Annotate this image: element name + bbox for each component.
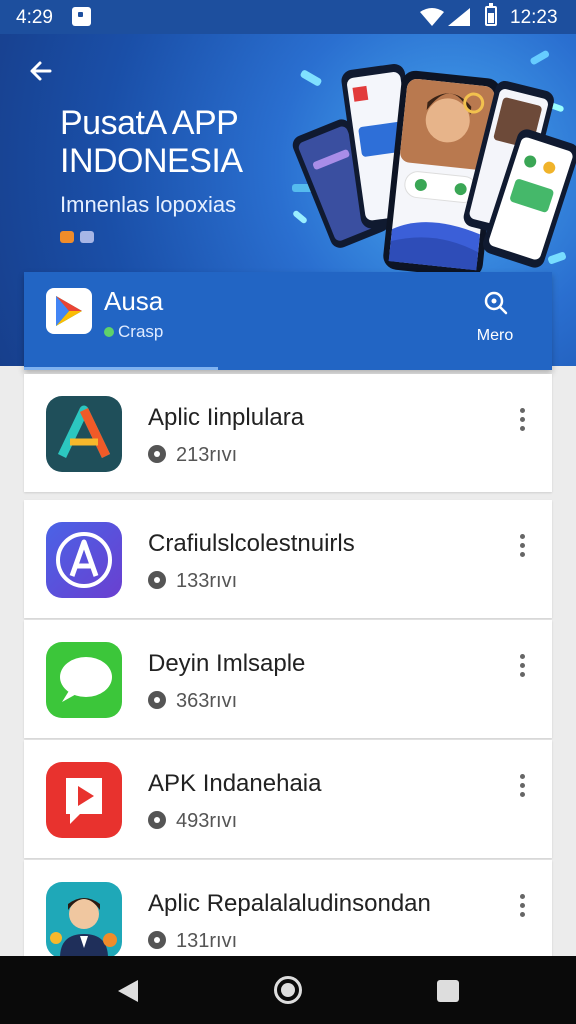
signal-icon [448,8,470,26]
app-name: APK Indanehaia [148,770,322,797]
download-icon [148,571,166,589]
notification-icon [72,7,91,26]
app-card-title: Ausa [104,286,164,316]
more-options-icon[interactable] [516,774,528,800]
nav-recents-icon[interactable] [437,980,459,1002]
download-icon [148,811,166,829]
more-options-icon[interactable] [516,654,528,680]
status-bar: 4:29 12:23 [0,0,576,34]
app-meta: 133rıvı [148,570,237,593]
badge-grey-icon [80,231,95,243]
list-item[interactable]: APK Indanehaia 493rıvı [24,740,552,858]
nav-back-icon[interactable] [116,978,140,1004]
app-size: 133rıvı [176,570,238,592]
hero-badges [60,230,96,248]
app-name: Deyin Imlsaple [148,650,306,677]
app-header-card: Ausa Crasp Mero [24,272,552,370]
app-meta: 213rıvı [148,444,237,467]
download-icon [148,691,166,709]
more-options-icon[interactable] [516,894,528,920]
system-nav-bar [0,956,576,1024]
status-time-right: 12:23 [510,7,558,28]
app-meta: 363rıvı [148,690,237,713]
search-gear-icon [484,291,508,315]
status-dot-icon [104,327,114,337]
avatar-icon [46,882,122,958]
battery-icon [485,3,497,26]
hero-subtitle: Imnenlas lopoxias [60,192,237,217]
app-name: Crafiulslcolestnuirls [148,530,355,557]
app-name: Aplic Iinplulara [148,404,305,431]
play-button-icon [46,762,122,838]
app-size: 213rıvı [176,444,238,466]
letter-a-icon [46,396,122,472]
hero-title-line1: PusatA APP [60,104,239,142]
play-store-logo-icon [46,288,92,334]
hero-title: PusatA APP INDONESIA [60,104,243,180]
tab-indicator [24,367,218,370]
badge-orange-icon [60,231,74,243]
app-store-icon [46,522,122,598]
app-size: 363rıvı [176,690,238,712]
more-options-icon[interactable] [516,408,528,434]
more-options-icon[interactable] [516,534,528,560]
wifi-icon [420,8,444,26]
download-icon [148,445,166,463]
menu-label: Mero [476,327,514,344]
app-meta: 131rıvı [148,930,237,953]
app-card-subtitle: Crasp [118,322,164,341]
hero-title-line2: INDONESIA [60,142,243,180]
list-item[interactable]: Aplic Iinplulara 213rıvı [24,374,552,492]
download-icon [148,931,166,949]
app-name: Aplic Repalalaludinsondan [148,890,431,917]
app-size: 131rıvı [176,930,238,952]
chat-bubble-icon [46,642,122,718]
menu-button[interactable]: Mero [460,288,530,345]
app-size: 493rıvı [176,810,238,832]
nav-home-icon[interactable] [274,976,302,1004]
status-time-left: 4:29 [16,7,53,28]
app-meta: 493rıvı [148,810,237,833]
app-card-subtitle-row: Crasp [104,322,163,342]
list-item[interactable]: Crafiulslcolestnuirls 133rıvı [24,500,552,618]
back-arrow-icon[interactable] [26,56,56,86]
list-item[interactable]: Deyin Imlsaple 363rıvı [24,620,552,738]
